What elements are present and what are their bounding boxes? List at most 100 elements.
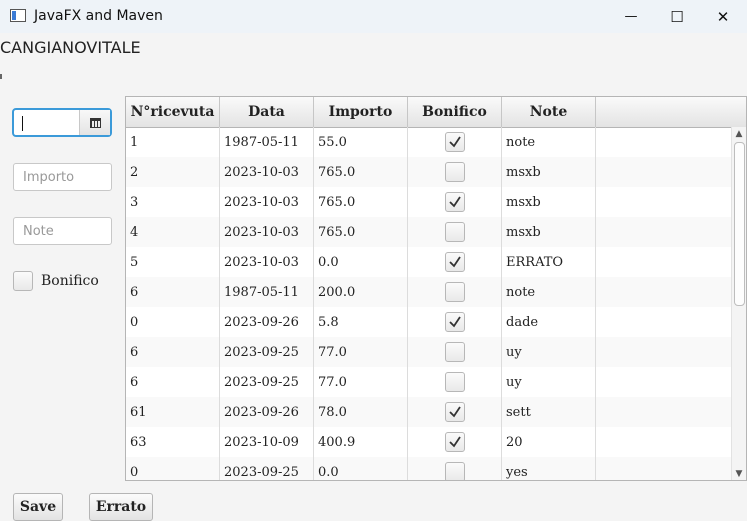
row-bonifico-checkbox[interactable] [444,222,465,242]
note-input[interactable]: Note [13,217,112,245]
cell-ricevuta: 4 [126,217,220,247]
cell-bonifico [408,367,502,397]
cell-filler [596,307,734,337]
column-header-filler [596,97,734,127]
checkmark-icon [448,406,461,418]
cell-ricevuta: 0 [126,457,220,480]
scroll-down-arrow-icon[interactable]: ▼ [732,467,746,480]
cell-bonifico [408,307,502,337]
cell-bonifico [408,457,502,480]
cell-data: 1987-05-11 [220,277,314,307]
maximize-button[interactable]: ☐ [654,0,700,33]
row-bonifico-checkbox[interactable] [444,192,465,212]
row-bonifico-checkbox[interactable] [444,252,465,272]
column-header-bonifico[interactable]: Bonifico [408,97,502,127]
cell-ricevuta: 6 [126,277,220,307]
cell-data: 2023-09-26 [220,397,314,427]
table-row[interactable]: 1 1987-05-11 55.0 note [126,127,734,157]
table-row[interactable]: 3 2023-10-03 765.0 msxb [126,187,734,217]
cell-bonifico [408,427,502,457]
importo-placeholder: Importo [23,169,75,185]
table-row[interactable]: 5 2023-10-03 0.0 ERRATO [126,247,734,277]
cell-bonifico [408,157,502,187]
cell-filler [596,277,734,307]
row-bonifico-checkbox[interactable] [444,402,465,422]
note-placeholder: Note [23,223,54,239]
cell-importo: 765.0 [314,187,408,217]
cell-note: dade [502,307,596,337]
column-header-ricevuta[interactable]: N°ricevuta [126,97,220,127]
cell-importo: 765.0 [314,217,408,247]
checkmark-icon [448,316,461,328]
cell-importo: 77.0 [314,367,408,397]
save-button[interactable]: Save [13,493,63,521]
row-bonifico-checkbox[interactable] [444,342,465,362]
table-header: N°ricevuta Data Importo Bonifico Note [126,97,746,128]
window-titlebar: JavaFX and Maven — ☐ ✕ [0,0,747,33]
errato-button[interactable]: Errato [89,493,153,521]
row-bonifico-checkbox[interactable] [444,432,465,452]
column-header-data[interactable]: Data [220,97,314,127]
cell-ricevuta: 63 [126,427,220,457]
row-bonifico-checkbox[interactable] [444,162,465,182]
table-row[interactable]: 6 2023-09-25 77.0 uy [126,337,734,367]
cell-ricevuta: 6 [126,367,220,397]
cell-importo: 55.0 [314,127,408,157]
bonifico-checkbox-group[interactable]: Bonifico [13,271,99,291]
cell-ricevuta: 6 [126,337,220,367]
cell-importo: 77.0 [314,337,408,367]
cell-filler [596,457,734,480]
table-row[interactable]: 2 2023-10-03 765.0 msxb [126,157,734,187]
divider-mark [0,74,2,79]
maximize-icon: ☐ [670,7,684,26]
scroll-up-arrow-icon[interactable]: ▲ [732,127,746,141]
column-header-importo[interactable]: Importo [314,97,408,127]
cell-note: 20 [502,427,596,457]
checkmark-icon [448,196,461,208]
cell-filler [596,397,734,427]
row-bonifico-checkbox[interactable] [444,372,465,392]
row-bonifico-checkbox[interactable] [444,282,465,302]
scrollbar-thumb[interactable] [734,142,745,306]
cell-bonifico [408,247,502,277]
importo-input[interactable]: Importo [13,163,112,191]
cell-ricevuta: 5 [126,247,220,277]
bonifico-checkbox[interactable] [13,271,33,291]
cell-importo: 5.8 [314,307,408,337]
cell-note: msxb [502,217,596,247]
cell-data: 2023-10-03 [220,217,314,247]
cell-data: 2023-09-26 [220,307,314,337]
cell-bonifico [408,397,502,427]
close-icon: ✕ [716,7,730,26]
cell-ricevuta: 2 [126,157,220,187]
table-row[interactable]: 6 1987-05-11 200.0 note [126,277,734,307]
app-icon [10,9,26,22]
cell-note: ERRATO [502,247,596,277]
row-bonifico-checkbox[interactable] [444,462,465,480]
bonifico-label: Bonifico [41,273,99,289]
checkmark-icon [448,256,461,268]
table-row[interactable]: 63 2023-10-09 400.9 20 [126,427,734,457]
column-header-note[interactable]: Note [502,97,596,127]
table-row[interactable]: 4 2023-10-03 765.0 msxb [126,217,734,247]
cell-filler [596,337,734,367]
vertical-scrollbar[interactable]: ▲ ▼ [731,127,746,480]
minimize-button[interactable]: — [608,0,654,33]
table-row[interactable]: 61 2023-09-26 78.0 sett [126,397,734,427]
window-title: JavaFX and Maven [34,8,163,24]
calendar-button[interactable] [79,110,110,135]
cell-ricevuta: 3 [126,187,220,217]
table-row[interactable]: 0 2023-09-26 5.8 dade [126,307,734,337]
row-bonifico-checkbox[interactable] [444,312,465,332]
cell-bonifico [408,277,502,307]
row-bonifico-checkbox[interactable] [444,132,465,152]
cell-bonifico [408,187,502,217]
cell-data: 2023-10-09 [220,427,314,457]
cell-bonifico [408,337,502,367]
cell-note: note [502,277,596,307]
cell-importo: 765.0 [314,157,408,187]
table-row[interactable]: 0 2023-09-25 0.0 yes [126,457,734,480]
date-picker[interactable] [12,108,112,137]
close-window-button[interactable]: ✕ [700,0,746,33]
table-row[interactable]: 6 2023-09-25 77.0 uy [126,367,734,397]
